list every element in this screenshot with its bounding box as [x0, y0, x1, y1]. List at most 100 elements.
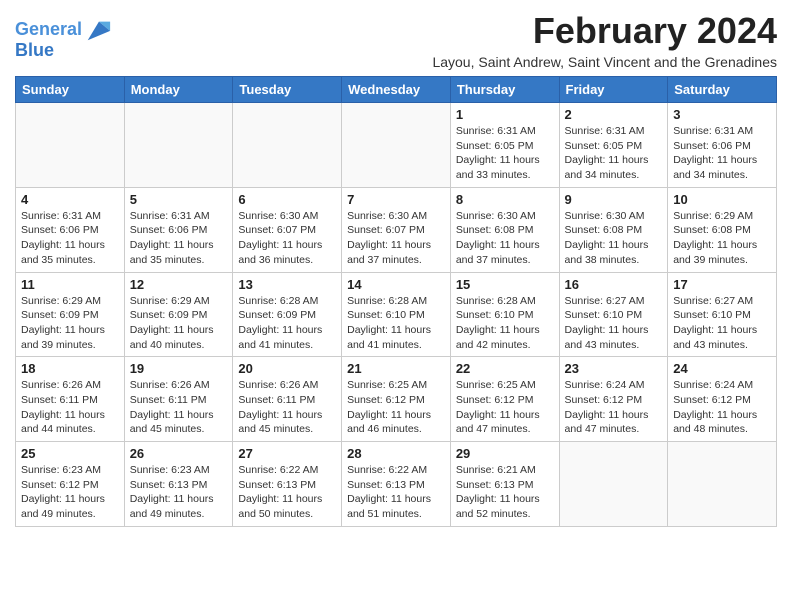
day-number: 1: [456, 107, 554, 122]
day-number: 8: [456, 192, 554, 207]
day-info: Sunrise: 6:22 AM Sunset: 6:13 PM Dayligh…: [347, 463, 445, 522]
day-info: Sunrise: 6:31 AM Sunset: 6:05 PM Dayligh…: [456, 124, 554, 183]
day-info: Sunrise: 6:24 AM Sunset: 6:12 PM Dayligh…: [565, 378, 663, 437]
day-info: Sunrise: 6:30 AM Sunset: 6:07 PM Dayligh…: [347, 209, 445, 268]
day-info: Sunrise: 6:29 AM Sunset: 6:08 PM Dayligh…: [673, 209, 771, 268]
day-info: Sunrise: 6:21 AM Sunset: 6:13 PM Dayligh…: [456, 463, 554, 522]
logo-text: General: [15, 20, 82, 40]
day-number: 14: [347, 277, 445, 292]
day-cell: 5Sunrise: 6:31 AM Sunset: 6:06 PM Daylig…: [124, 187, 233, 272]
day-cell: 27 Sunrise: 6:22 AM Sunset: 6:13 PM Dayli…: [233, 442, 342, 527]
day-number: 18: [21, 361, 119, 376]
day-info: Sunrise: 6:26 AM Sunset: 6:11 PM Dayligh…: [238, 378, 336, 437]
day-number: 27: [238, 446, 336, 461]
day-info: Sunrise: 6:29 AM Sunset: 6:09 PM Dayligh…: [130, 294, 228, 353]
day-cell: 11 Sunrise: 6:29 AM Sunset: 6:09 PM Dayli…: [16, 272, 125, 357]
day-info: Sunrise: 6:31 AM Sunset: 6:05 PM Dayligh…: [565, 124, 663, 183]
header: General Blue February 2024 Layou, Saint …: [15, 10, 777, 70]
day-number: 20: [238, 361, 336, 376]
day-cell: [342, 103, 451, 188]
day-number: 4: [21, 192, 119, 207]
day-cell: 23 Sunrise: 6:24 AM Sunset: 6:12 PM Dayli…: [559, 357, 668, 442]
day-info: Sunrise: 6:26 AM Sunset: 6:11 PM Dayligh…: [21, 378, 119, 437]
day-cell: 6 Sunrise: 6:30 AM Sunset: 6:07 PM Daylig…: [233, 187, 342, 272]
day-cell: 22 Sunrise: 6:25 AM Sunset: 6:12 PM Dayli…: [450, 357, 559, 442]
day-cell: [124, 103, 233, 188]
day-info: Sunrise: 6:30 AM Sunset: 6:08 PM Dayligh…: [565, 209, 663, 268]
day-cell: 24 Sunrise: 6:24 AM Sunset: 6:12 PM Dayli…: [668, 357, 777, 442]
day-cell: 28 Sunrise: 6:22 AM Sunset: 6:13 PM Dayli…: [342, 442, 451, 527]
day-cell: [16, 103, 125, 188]
day-info: Sunrise: 6:29 AM Sunset: 6:09 PM Dayligh…: [21, 294, 119, 353]
day-info: Sunrise: 6:30 AM Sunset: 6:07 PM Dayligh…: [238, 209, 336, 268]
month-title: February 2024: [432, 10, 777, 52]
day-info: Sunrise: 6:23 AM Sunset: 6:13 PM Dayligh…: [130, 463, 228, 522]
day-info: Sunrise: 6:28 AM Sunset: 6:10 PM Dayligh…: [456, 294, 554, 353]
day-number: 5: [130, 192, 228, 207]
day-number: 28: [347, 446, 445, 461]
day-cell: 1 Sunrise: 6:31 AM Sunset: 6:05 PM Daylig…: [450, 103, 559, 188]
day-number: 21: [347, 361, 445, 376]
day-cell: [559, 442, 668, 527]
day-cell: 10 Sunrise: 6:29 AM Sunset: 6:08 PM Dayli…: [668, 187, 777, 272]
day-info: Sunrise: 6:23 AM Sunset: 6:12 PM Dayligh…: [21, 463, 119, 522]
subtitle: Layou, Saint Andrew, Saint Vincent and t…: [432, 54, 777, 70]
day-cell: 7 Sunrise: 6:30 AM Sunset: 6:07 PM Daylig…: [342, 187, 451, 272]
day-number: 25: [21, 446, 119, 461]
day-cell: 20 Sunrise: 6:26 AM Sunset: 6:11 PM Dayli…: [233, 357, 342, 442]
col-header-tuesday: Tuesday: [233, 77, 342, 103]
day-number: 22: [456, 361, 554, 376]
day-cell: 26 Sunrise: 6:23 AM Sunset: 6:13 PM Dayli…: [124, 442, 233, 527]
day-number: 17: [673, 277, 771, 292]
col-header-monday: Monday: [124, 77, 233, 103]
week-row-2: 11 Sunrise: 6:29 AM Sunset: 6:09 PM Dayli…: [16, 272, 777, 357]
week-row-0: 1 Sunrise: 6:31 AM Sunset: 6:05 PM Daylig…: [16, 103, 777, 188]
day-info: Sunrise: 6:31 AM Sunset: 6:06 PM Dayligh…: [673, 124, 771, 183]
day-cell: [233, 103, 342, 188]
day-cell: 25 Sunrise: 6:23 AM Sunset: 6:12 PM Dayli…: [16, 442, 125, 527]
day-cell: 12Sunrise: 6:29 AM Sunset: 6:09 PM Dayli…: [124, 272, 233, 357]
day-info: Sunrise: 6:25 AM Sunset: 6:12 PM Dayligh…: [456, 378, 554, 437]
day-info: Sunrise: 6:30 AM Sunset: 6:08 PM Dayligh…: [456, 209, 554, 268]
calendar: SundayMondayTuesdayWednesdayThursdayFrid…: [15, 76, 777, 527]
day-cell: 13 Sunrise: 6:28 AM Sunset: 6:09 PM Dayli…: [233, 272, 342, 357]
day-number: 13: [238, 277, 336, 292]
day-cell: 16 Sunrise: 6:27 AM Sunset: 6:10 PM Dayli…: [559, 272, 668, 357]
day-info: Sunrise: 6:26 AM Sunset: 6:11 PM Dayligh…: [130, 378, 228, 437]
day-info: Sunrise: 6:22 AM Sunset: 6:13 PM Dayligh…: [238, 463, 336, 522]
day-info: Sunrise: 6:28 AM Sunset: 6:10 PM Dayligh…: [347, 294, 445, 353]
day-info: Sunrise: 6:31 AM Sunset: 6:06 PM Dayligh…: [21, 209, 119, 268]
day-number: 26: [130, 446, 228, 461]
day-cell: 18 Sunrise: 6:26 AM Sunset: 6:11 PM Dayli…: [16, 357, 125, 442]
day-cell: 14 Sunrise: 6:28 AM Sunset: 6:10 PM Dayli…: [342, 272, 451, 357]
day-number: 3: [673, 107, 771, 122]
day-cell: 21 Sunrise: 6:25 AM Sunset: 6:12 PM Dayli…: [342, 357, 451, 442]
day-info: Sunrise: 6:24 AM Sunset: 6:12 PM Dayligh…: [673, 378, 771, 437]
day-info: Sunrise: 6:27 AM Sunset: 6:10 PM Dayligh…: [565, 294, 663, 353]
day-number: 10: [673, 192, 771, 207]
day-cell: 9Sunrise: 6:30 AM Sunset: 6:08 PM Daylig…: [559, 187, 668, 272]
day-number: 29: [456, 446, 554, 461]
day-info: Sunrise: 6:28 AM Sunset: 6:09 PM Dayligh…: [238, 294, 336, 353]
day-cell: 19Sunrise: 6:26 AM Sunset: 6:11 PM Dayli…: [124, 357, 233, 442]
day-number: 11: [21, 277, 119, 292]
day-info: Sunrise: 6:25 AM Sunset: 6:12 PM Dayligh…: [347, 378, 445, 437]
day-info: Sunrise: 6:27 AM Sunset: 6:10 PM Dayligh…: [673, 294, 771, 353]
day-cell: 2 Sunrise: 6:31 AM Sunset: 6:05 PM Daylig…: [559, 103, 668, 188]
day-number: 16: [565, 277, 663, 292]
day-cell: 15 Sunrise: 6:28 AM Sunset: 6:10 PM Dayli…: [450, 272, 559, 357]
title-block: February 2024 Layou, Saint Andrew, Saint…: [432, 10, 777, 70]
day-number: 23: [565, 361, 663, 376]
day-number: 2: [565, 107, 663, 122]
col-header-thursday: Thursday: [450, 77, 559, 103]
col-header-friday: Friday: [559, 77, 668, 103]
day-number: 24: [673, 361, 771, 376]
day-number: 7: [347, 192, 445, 207]
col-header-wednesday: Wednesday: [342, 77, 451, 103]
day-cell: [668, 442, 777, 527]
day-number: 6: [238, 192, 336, 207]
col-header-sunday: Sunday: [16, 77, 125, 103]
day-number: 15: [456, 277, 554, 292]
col-header-saturday: Saturday: [668, 77, 777, 103]
week-row-4: 25 Sunrise: 6:23 AM Sunset: 6:12 PM Dayli…: [16, 442, 777, 527]
